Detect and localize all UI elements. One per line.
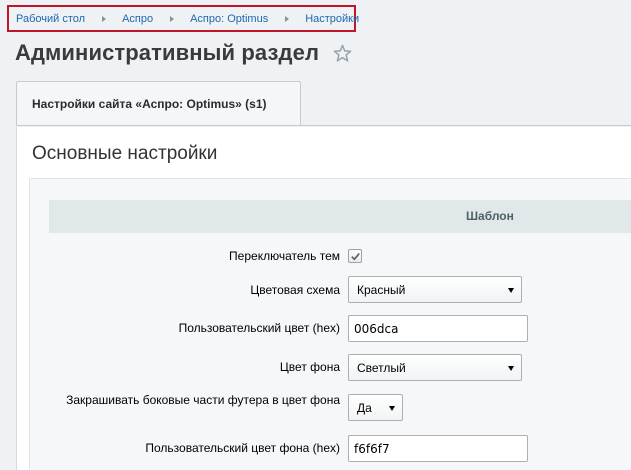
custom-bg-color-value: f6f6f7 (354, 441, 390, 456)
custom-color-label: Пользовательский цвет (hex) (178, 321, 340, 335)
color-scheme-select[interactable]: Красный (348, 276, 522, 303)
page-title: Административный раздел (15, 40, 320, 65)
bg-color-label: Цвет фона (279, 360, 340, 374)
breadcrumb-aspro-optimus[interactable]: Аспро: Optimus (190, 13, 268, 25)
footer-sides-label: Закрашивать боковые части футера в цвет … (66, 393, 340, 407)
tab-site-settings[interactable]: Настройки сайта «Аспро: Optimus» (s1) (16, 81, 301, 125)
bg-color-select[interactable]: Светлый (348, 354, 522, 381)
breadcrumb: Рабочий стол Аспро Аспро: Optimus Настро… (7, 5, 359, 32)
footer-sides-select[interactable]: Да (348, 394, 403, 421)
breadcrumb-separator-icon (102, 15, 107, 22)
template-header: Шаблон (49, 200, 631, 233)
settings-panel: Основные настройки Шаблон (16, 127, 631, 470)
chevron-down-icon (508, 366, 514, 371)
custom-bg-color-label: Пользовательский цвет фона (hex) (145, 441, 340, 455)
breadcrumb-separator-icon (285, 15, 290, 22)
breadcrumb-aspro[interactable]: Аспро (122, 13, 153, 25)
section-title: Основные настройки (32, 143, 218, 164)
theme-switch-checkbox[interactable] (348, 249, 362, 263)
chevron-down-icon (508, 288, 514, 293)
custom-bg-color-input[interactable]: f6f6f7 (348, 435, 528, 462)
star-icon[interactable] (333, 44, 352, 63)
checkmark-icon (350, 252, 360, 260)
template-header-label: Шаблон (466, 209, 514, 223)
breadcrumb-separator-icon (170, 15, 175, 22)
custom-color-input[interactable]: 006dca (348, 315, 528, 342)
custom-color-value: 006dca (354, 321, 399, 336)
color-scheme-label: Цветовая схема (250, 283, 340, 297)
breadcrumb-desktop[interactable]: Рабочий стол (16, 13, 85, 25)
bg-color-value: Светлый (357, 360, 406, 375)
chevron-down-icon (389, 406, 395, 411)
color-scheme-value: Красный (357, 282, 406, 297)
tab-divider (16, 125, 631, 126)
breadcrumb-settings[interactable]: Настройки (305, 13, 359, 25)
footer-sides-value: Да (357, 400, 372, 415)
theme-switch-label: Переключатель тем (229, 249, 340, 263)
